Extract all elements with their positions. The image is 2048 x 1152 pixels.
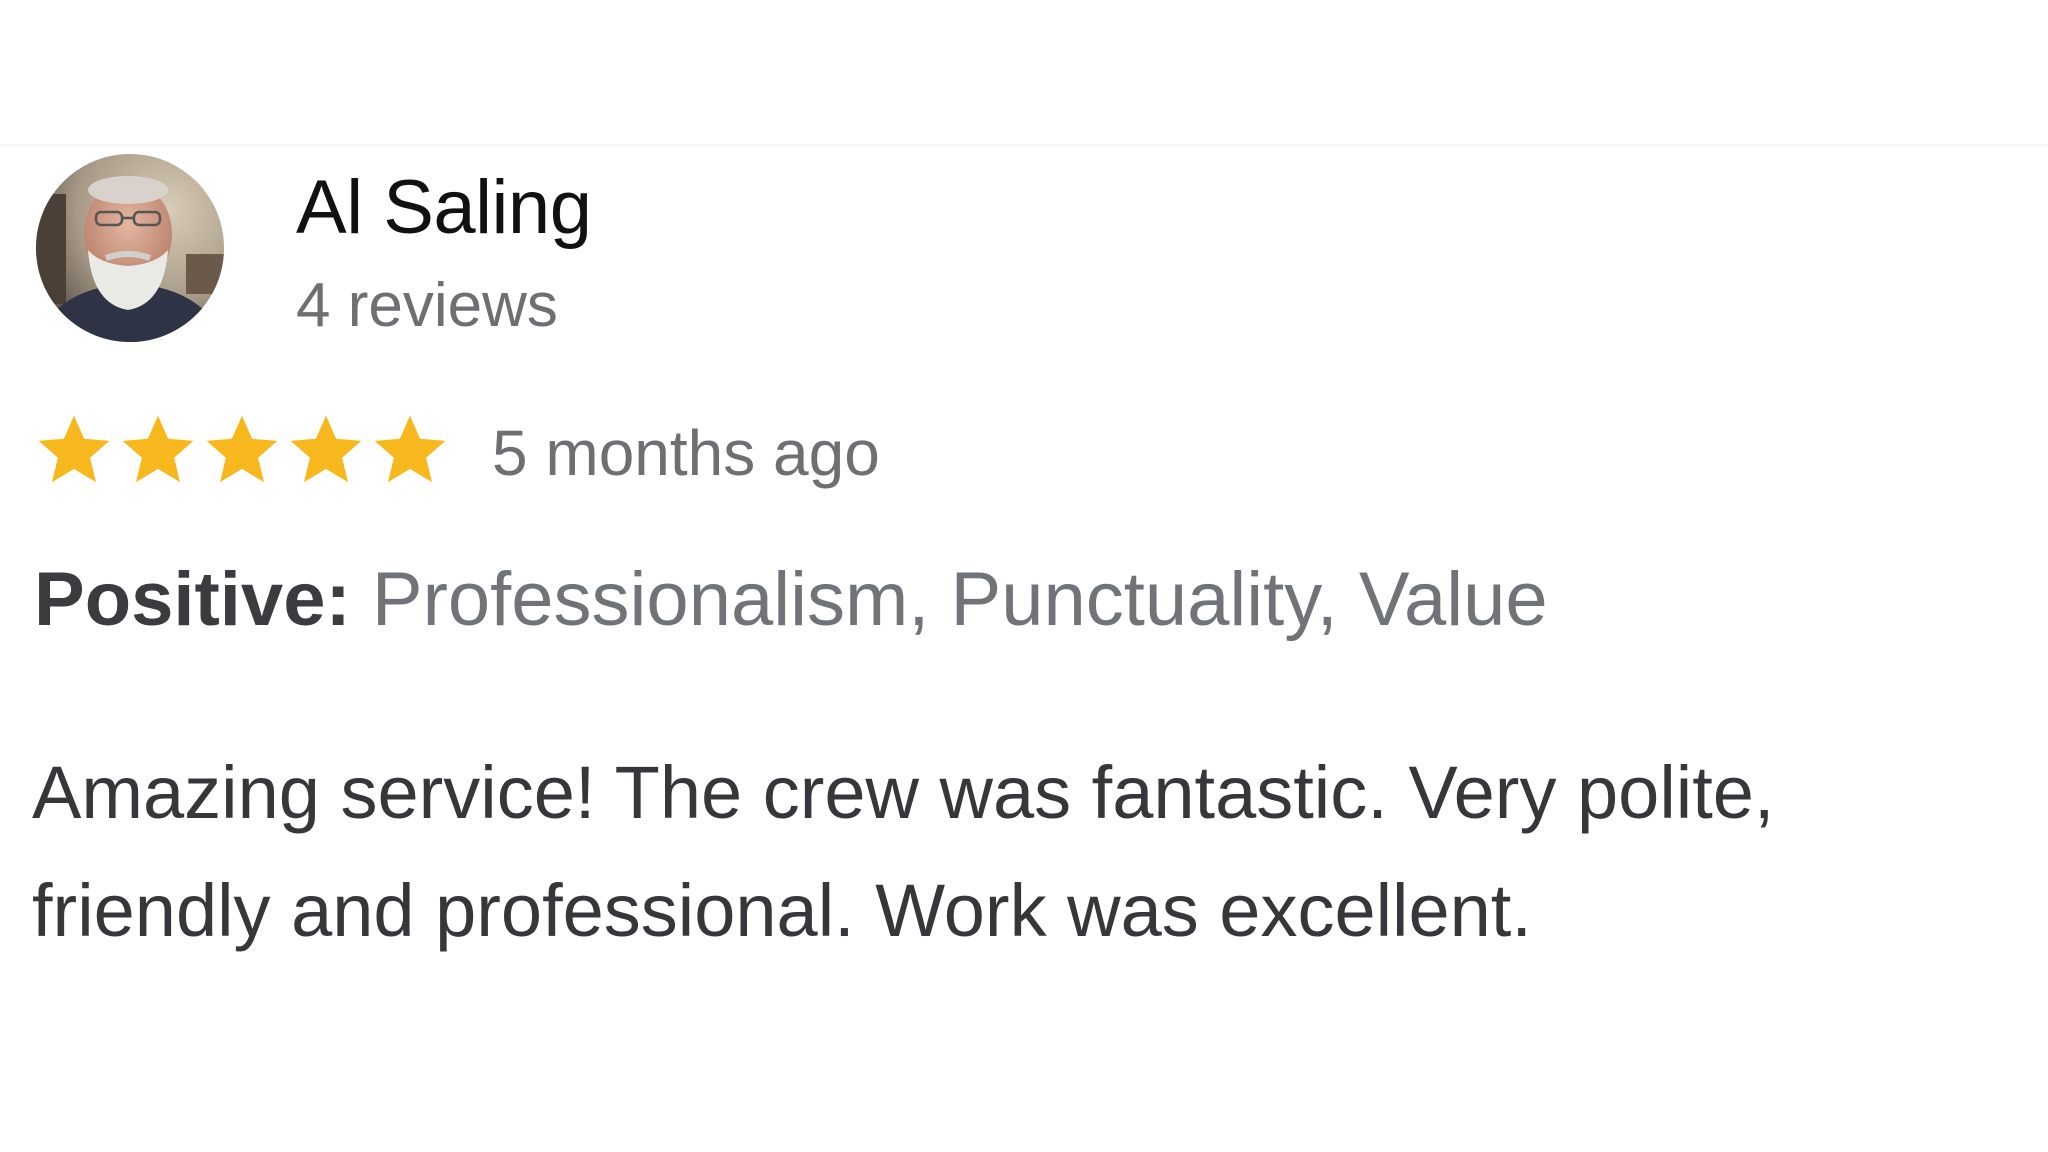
- review-date: 5 months ago: [492, 417, 880, 489]
- star-icon: [116, 408, 200, 492]
- reviewer-avatar[interactable]: [36, 154, 224, 342]
- star-rating: [32, 408, 452, 492]
- reviewer-name[interactable]: Al Saling: [296, 164, 592, 251]
- reviewer-photo-icon: [36, 154, 224, 342]
- review-text-line: Amazing service! The crew was fantastic.…: [32, 751, 1775, 834]
- positive-values: Professionalism, Punctuality, Value: [371, 557, 1548, 642]
- review-count[interactable]: 4 reviews: [296, 270, 558, 341]
- review-page: Al Saling 4 reviews 5 months ago Positiv…: [0, 0, 2048, 1152]
- star-icon: [284, 408, 368, 492]
- review-text: Amazing service! The crew was fantastic.…: [32, 734, 2022, 970]
- star-icon: [32, 408, 116, 492]
- positive-attributes: Positive: Professionalism, Punctuality, …: [34, 556, 1548, 643]
- review-card: Al Saling 4 reviews 5 months ago Positiv…: [0, 146, 2048, 1152]
- top-divider-area: [0, 0, 2048, 146]
- positive-label: Positive:: [34, 557, 351, 642]
- star-icon: [368, 408, 452, 492]
- review-text-line: friendly and professional. Work was exce…: [32, 869, 1532, 952]
- star-icon: [200, 408, 284, 492]
